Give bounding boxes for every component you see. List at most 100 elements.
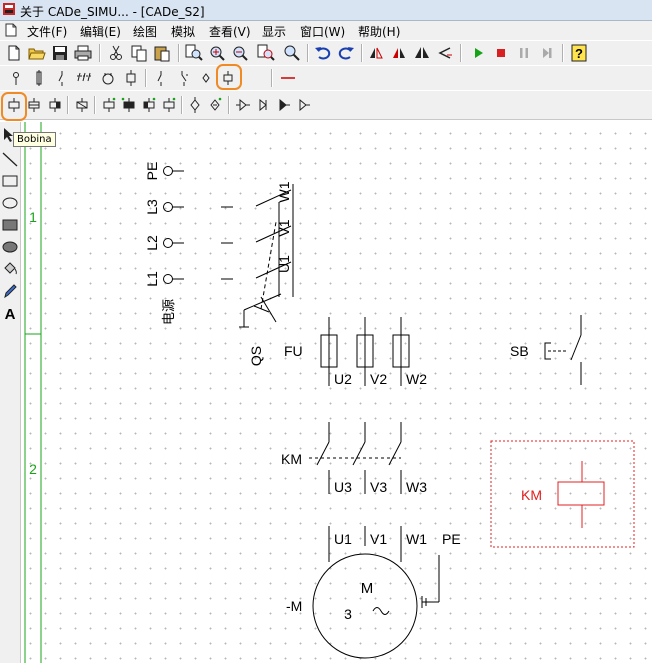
coil-green-3-icon[interactable] [139,95,159,115]
app-icon [3,3,15,15]
menu-window[interactable]: 窗口(W) [300,23,345,40]
cut-icon[interactable] [106,43,126,63]
undo-icon[interactable] [313,43,333,63]
new-file-icon[interactable] [4,43,24,63]
motor-protector-icon[interactable] [98,68,118,88]
breaker-tag: QS [248,346,264,366]
coil-icon[interactable] [218,68,238,88]
fuse-tag: FU [284,343,303,359]
motor-terminal-u1: U1 [334,531,352,547]
menu-help[interactable]: 帮助(H) [358,23,400,40]
simulate-stop-icon[interactable] [491,43,511,63]
open-folder-icon[interactable] [27,43,47,63]
row-label-2: 2 [29,461,37,477]
rectangle-icon[interactable] [1,172,19,190]
terminal-l2: L2 [144,235,160,251]
menu-simulate[interactable]: 模拟 [171,23,195,40]
menu-view[interactable]: 查看(V) [209,23,251,40]
diode-1-icon[interactable] [233,95,253,115]
coil-type-1-icon[interactable] [4,95,24,115]
power-supply[interactable] [163,166,234,284]
terminal-icon[interactable] [6,68,26,88]
toolbar-separator [307,44,309,62]
help-icon[interactable]: ? [569,43,589,63]
line-icon[interactable] [1,150,19,168]
save-icon[interactable] [50,43,70,63]
simulate-play-icon[interactable] [468,43,488,63]
diode-2-icon[interactable] [253,95,273,115]
motor-terminal-v1: V1 [370,531,387,547]
toolbar-separator [99,44,101,62]
terminal-l3: L3 [144,199,160,215]
copy-icon[interactable] [129,43,149,63]
ellipse-icon[interactable] [1,194,19,212]
fuse-terminal-v2: V2 [370,371,387,387]
filled-rectangle-icon[interactable] [1,216,19,234]
coil-type-4-icon[interactable] [72,95,92,115]
diamond-coil-2-icon[interactable] [205,95,225,115]
menu-file[interactable]: 文件(F) [27,23,67,40]
contactor-tag: KM [281,451,302,467]
fill-bucket-icon[interactable] [1,260,19,278]
toolbar-separator [145,69,147,87]
relay-icon[interactable] [121,68,141,88]
breaker-terminal-u1: U1 [276,255,292,273]
toolbar-separator [361,44,363,62]
zoom-fit-icon[interactable] [184,43,204,63]
breaker-terminal-w1: W1 [276,181,292,202]
coil-green-1-icon[interactable] [99,95,119,115]
diode-4-icon[interactable] [293,95,313,115]
pan-icon[interactable] [282,43,302,63]
text-tool-icon[interactable]: A [1,304,19,322]
row-margin: 1 2 [24,122,42,663]
diamond-contact-icon[interactable] [196,68,216,88]
fuse-terminal-u2: U2 [334,371,352,387]
coil-green-4-icon[interactable] [159,95,179,115]
toolbar-separator [460,44,462,62]
fuse-icon[interactable] [29,68,49,88]
coil-type-2-icon[interactable] [24,95,44,115]
zoom-window-icon[interactable] [256,43,276,63]
coil-toolbar [0,90,652,121]
coil-km[interactable] [490,440,635,548]
zoom-in-icon[interactable] [207,43,227,63]
contactor-km[interactable] [309,422,402,494]
contact-nc-icon[interactable] [174,68,194,88]
menu-display[interactable]: 显示 [262,23,286,40]
filled-ellipse-icon[interactable] [1,238,19,256]
menu-edit[interactable]: 编辑(E) [80,23,121,40]
flip-icon[interactable] [366,43,386,63]
component-toolbar [0,64,652,91]
zoom-out-icon[interactable] [230,43,250,63]
svg-text:A: A [5,306,16,322]
toolbar-separator [67,96,69,114]
drawing-canvas[interactable]: 1 2 PE L3 L2 L1 电源 QS U1 V1 W1 FU U2 V2 … [21,122,652,663]
main-toolbar: ? [0,40,652,66]
rotate-left-icon[interactable] [435,43,455,63]
supply-caption: 电源 [161,299,176,325]
simulate-step-icon[interactable] [537,43,557,63]
menu-bar: 文件(F) 编辑(E) 绘图 模拟 查看(V) 显示 窗口(W) 帮助(H) [0,21,652,40]
motor-terminal-pe: PE [442,531,461,547]
diode-3-icon[interactable] [273,95,293,115]
contact-no-icon[interactable] [151,68,171,88]
coil-type-3-icon[interactable] [45,95,65,115]
contactor-terminal-v3: V3 [370,479,387,495]
document-icon[interactable] [4,23,18,37]
switch-icon[interactable] [52,68,72,88]
rotate-icon[interactable] [412,43,432,63]
simulate-pause-icon[interactable] [514,43,534,63]
pushbutton-sb[interactable] [544,315,582,385]
wire-icon[interactable] [278,68,298,88]
menu-draw[interactable]: 绘图 [133,23,157,40]
paste-icon[interactable] [152,43,172,63]
drawing-toolbar: A [0,122,21,663]
three-pole-switch-icon[interactable] [75,68,95,88]
diamond-coil-1-icon[interactable] [185,95,205,115]
coil-green-2-icon[interactable] [119,95,139,115]
mirror-icon[interactable] [389,43,409,63]
print-icon[interactable] [73,43,93,63]
toolbar-separator [178,44,180,62]
pen-icon[interactable] [1,282,19,300]
redo-icon[interactable] [336,43,356,63]
